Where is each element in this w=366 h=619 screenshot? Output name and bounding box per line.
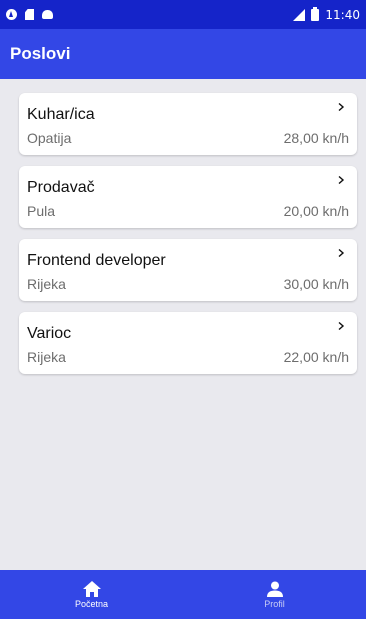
chevron-right-icon: [338, 322, 345, 330]
bottom-nav: Početna Profil: [0, 570, 366, 619]
status-bar: 11:40: [0, 0, 366, 29]
job-city: Opatija: [27, 130, 72, 146]
app-bar: Poslovi: [0, 29, 366, 79]
job-rate: 30,00 kn/h: [283, 276, 349, 292]
screen: 11:40 Poslovi Kuhar/ica Opatija 28,00 kn…: [0, 0, 366, 619]
job-title: Kuhar/ica: [27, 106, 95, 123]
job-rate: 28,00 kn/h: [283, 130, 349, 146]
battery-icon: [311, 6, 320, 21]
nav-circle-icon: [6, 9, 17, 20]
job-rate: 20,00 kn/h: [283, 203, 349, 219]
status-right: 11:40: [291, 6, 360, 22]
nav-item-pocetna[interactable]: Početna: [0, 570, 183, 619]
job-card-prodavac[interactable]: Prodavač Pula 20,00 kn/h: [19, 166, 357, 228]
nav-item-profil[interactable]: Profil: [183, 570, 366, 619]
status-left: [6, 9, 53, 20]
job-city: Rijeka: [27, 349, 66, 365]
job-title: Prodavač: [27, 179, 95, 196]
job-card-kuhar[interactable]: Kuhar/ica Opatija 28,00 kn/h: [19, 93, 357, 155]
job-title: Frontend developer: [27, 252, 166, 269]
nav-label: Početna: [74, 598, 109, 609]
status-time: 11:40: [325, 7, 360, 22]
person-icon: [266, 581, 283, 597]
home-icon: [82, 580, 101, 597]
chevron-right-icon: [338, 249, 345, 257]
android-icon: [42, 10, 53, 19]
job-card-frontend-developer[interactable]: Frontend developer Rijeka 30,00 kn/h: [19, 239, 357, 301]
job-city: Rijeka: [27, 276, 66, 292]
page-title: Poslovi: [10, 44, 71, 63]
nav-label: Profil: [264, 598, 285, 609]
job-title: Varioc: [27, 325, 72, 342]
sd-card-icon: [25, 9, 34, 20]
job-rate: 22,00 kn/h: [283, 349, 349, 365]
chevron-right-icon: [338, 176, 345, 184]
job-list: Kuhar/ica Opatija 28,00 kn/h Prodavač Pu…: [19, 93, 357, 385]
signal-icon: [291, 8, 306, 21]
job-city: Pula: [27, 203, 56, 219]
job-card-varioc[interactable]: Varioc Rijeka 22,00 kn/h: [19, 312, 357, 374]
chevron-right-icon: [338, 103, 345, 111]
